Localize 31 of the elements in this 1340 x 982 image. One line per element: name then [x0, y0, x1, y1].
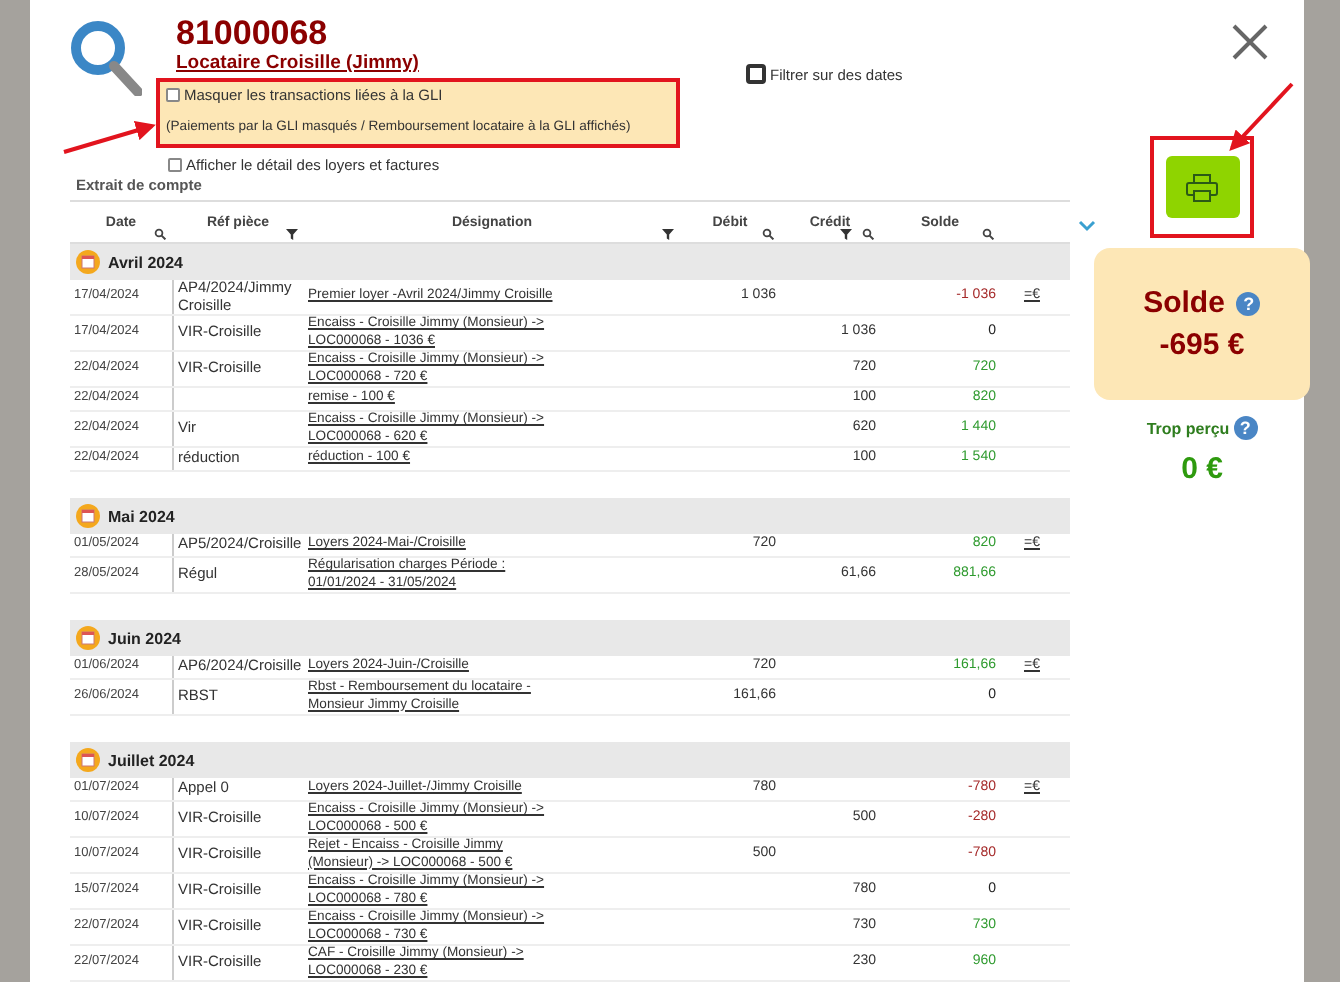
search-icon[interactable] — [154, 228, 166, 240]
filter-icon[interactable] — [286, 228, 298, 240]
tenant-name: Locataire Croisille (Jimmy) — [176, 52, 421, 76]
search-icon[interactable] — [982, 228, 994, 240]
help-icon[interactable]: ? — [1236, 291, 1261, 315]
printer-icon — [1186, 173, 1218, 201]
calendar-icon — [76, 504, 100, 528]
balance-label: Solde — [1143, 286, 1225, 320]
close-icon[interactable] — [1232, 24, 1268, 60]
overpaid-amount: 0 € — [1181, 452, 1223, 486]
calendar-icon — [76, 626, 100, 650]
month-label: Juin 2024 — [108, 629, 181, 647]
overpaid-label: Trop perçu — [1146, 419, 1230, 437]
filter-icon[interactable] — [840, 228, 852, 240]
print-button[interactable] — [1165, 156, 1239, 218]
calendar-icon — [76, 748, 100, 772]
search-icon[interactable] — [862, 228, 874, 240]
chevron-down-icon[interactable] — [1078, 220, 1096, 232]
search-icon — [70, 20, 142, 96]
month-label: Juillet 2024 — [108, 751, 195, 769]
balance-amount: -695 € — [1159, 328, 1245, 362]
checkbox[interactable] — [168, 158, 182, 172]
month-label: Mai 2024 — [108, 507, 175, 525]
checkbox[interactable] — [746, 64, 766, 84]
filter-icon[interactable] — [662, 228, 674, 240]
search-icon[interactable] — [762, 228, 774, 240]
help-icon[interactable]: ? — [1233, 416, 1258, 440]
calendar-icon — [76, 250, 100, 274]
checkbox[interactable] — [166, 88, 180, 102]
account-number: 81000068 — [176, 16, 330, 52]
month-label: Avril 2024 — [108, 253, 184, 271]
